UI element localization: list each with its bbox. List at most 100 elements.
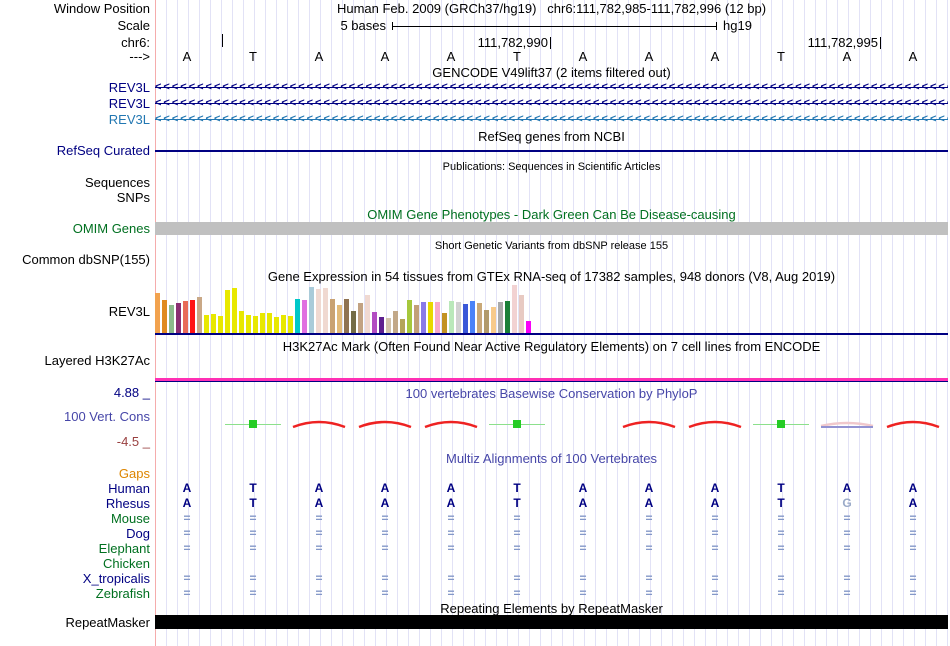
gtex-baseline[interactable] xyxy=(155,333,948,335)
h3k27ac-baseline[interactable] xyxy=(155,381,948,382)
gtex-bar[interactable] xyxy=(400,319,405,333)
gtex-bar[interactable] xyxy=(281,315,286,333)
gtex-bar[interactable] xyxy=(232,288,237,333)
phylop-pale-line[interactable] xyxy=(821,426,873,428)
gtex-bar[interactable] xyxy=(393,311,398,333)
gencode-track-title[interactable]: GENCODE V49lift37 (2 items filtered out) xyxy=(155,66,948,79)
gtex-bar[interactable] xyxy=(267,313,272,333)
gtex-track-title[interactable]: Gene Expression in 54 tissues from GTEx … xyxy=(155,270,948,283)
multiz-species-label[interactable]: X_tropicalis xyxy=(0,572,150,585)
gtex-bar[interactable] xyxy=(484,310,489,333)
gtex-bar[interactable] xyxy=(239,311,244,333)
gtex-bar[interactable] xyxy=(316,289,321,333)
gtex-bar[interactable] xyxy=(477,303,482,333)
phylop-track-title[interactable]: 100 vertebrates Basewise Conservation by… xyxy=(155,387,948,400)
gtex-bar[interactable] xyxy=(365,295,370,333)
gtex-bar[interactable] xyxy=(162,300,167,333)
dbsnp-track-title[interactable]: Short Genetic Variants from dbSNP releas… xyxy=(155,240,948,253)
dbsnp-label[interactable]: Common dbSNP(155) xyxy=(0,253,150,266)
gtex-bar[interactable] xyxy=(456,302,461,333)
gtex-bar[interactable] xyxy=(295,299,300,333)
omim-gene-bar[interactable] xyxy=(155,222,948,235)
multiz-species-label[interactable]: Chicken xyxy=(0,557,150,570)
multiz-species-label[interactable]: Dog xyxy=(0,527,150,540)
gencode-transcript[interactable]: <<<<<<<<<<<<<<<<<<<<<<<<<<<<<<<<<<<<<<<<… xyxy=(155,97,948,110)
phylop-negative-arc[interactable] xyxy=(621,416,677,429)
refseq-curated-label[interactable]: RefSeq Curated xyxy=(0,144,150,157)
gtex-bar[interactable] xyxy=(505,301,510,333)
h3k27ac-label[interactable]: Layered H3K27Ac xyxy=(0,354,150,367)
gtex-bar[interactable] xyxy=(442,313,447,333)
phylop-positive-dot[interactable] xyxy=(513,420,521,428)
gtex-bar[interactable] xyxy=(204,315,209,333)
gencode-gene-label[interactable]: REV3L xyxy=(0,97,150,110)
multiz-species-label[interactable]: Elephant xyxy=(0,542,150,555)
multiz-species-label[interactable]: Rhesus xyxy=(0,497,150,510)
gtex-bar[interactable] xyxy=(176,303,181,333)
phylop-negative-arc[interactable] xyxy=(291,416,347,429)
multiz-track-title[interactable]: Multiz Alignments of 100 Vertebrates xyxy=(155,452,948,465)
gtex-bar[interactable] xyxy=(337,305,342,333)
repeatmasker-track-title[interactable]: Repeating Elements by RepeatMasker xyxy=(155,602,948,615)
phylop-negative-arc[interactable] xyxy=(885,416,941,429)
gtex-bar[interactable] xyxy=(155,293,160,333)
gtex-bar[interactable] xyxy=(498,302,503,333)
phylop-positive-dot[interactable] xyxy=(249,420,257,428)
gtex-bar[interactable] xyxy=(421,302,426,333)
gtex-bar[interactable] xyxy=(211,314,216,333)
gtex-bar[interactable] xyxy=(449,301,454,333)
gtex-bar[interactable] xyxy=(386,318,391,333)
gtex-bar[interactable] xyxy=(407,300,412,333)
phylop-negative-arc[interactable] xyxy=(357,416,413,429)
gtex-bar[interactable] xyxy=(197,297,202,333)
gtex-bar[interactable] xyxy=(330,299,335,333)
gtex-bar[interactable] xyxy=(512,285,517,333)
multiz-species-label[interactable]: Mouse xyxy=(0,512,150,525)
gtex-bar[interactable] xyxy=(428,302,433,333)
gtex-bar[interactable] xyxy=(519,295,524,333)
gtex-bar[interactable] xyxy=(169,305,174,333)
multiz-species-label[interactable]: Gaps xyxy=(0,467,150,480)
refseq-gene-bar[interactable] xyxy=(155,150,948,152)
repeatmasker-element-bar[interactable] xyxy=(155,615,948,629)
gtex-bar[interactable] xyxy=(379,317,384,333)
multiz-species-label[interactable]: Zebrafish xyxy=(0,587,150,600)
gtex-bar[interactable] xyxy=(288,316,293,333)
gencode-gene-label[interactable]: REV3L xyxy=(0,81,150,94)
gtex-bar[interactable] xyxy=(351,311,356,333)
refseq-track-title[interactable]: RefSeq genes from NCBI xyxy=(155,130,948,143)
gtex-bar[interactable] xyxy=(302,300,307,333)
omim-genes-label[interactable]: OMIM Genes xyxy=(0,222,150,235)
gtex-gene-label[interactable]: REV3L xyxy=(0,305,150,318)
gtex-bar[interactable] xyxy=(260,313,265,333)
phylop-negative-arc[interactable] xyxy=(423,416,479,429)
gtex-bar[interactable] xyxy=(183,301,188,333)
publications-track-title[interactable]: Publications: Sequences in Scientific Ar… xyxy=(155,161,948,174)
gtex-bar[interactable] xyxy=(526,321,531,333)
gtex-bar[interactable] xyxy=(253,316,258,333)
gtex-bar[interactable] xyxy=(463,304,468,333)
gtex-bar[interactable] xyxy=(309,287,314,333)
gtex-bar[interactable] xyxy=(218,316,223,333)
gtex-bar[interactable] xyxy=(323,288,328,333)
snps-label[interactable]: SNPs xyxy=(0,191,150,204)
gtex-bar[interactable] xyxy=(491,307,496,333)
gencode-transcript[interactable]: <<<<<<<<<<<<<<<<<<<<<<<<<<<<<<<<<<<<<<<<… xyxy=(155,113,948,126)
phylop-positive-dot[interactable] xyxy=(777,420,785,428)
gencode-gene-label[interactable]: REV3L xyxy=(0,113,150,126)
gtex-bar[interactable] xyxy=(190,300,195,333)
gtex-bar[interactable] xyxy=(225,290,230,333)
gtex-bar[interactable] xyxy=(372,312,377,333)
phylop-negative-arc[interactable] xyxy=(687,416,743,429)
gtex-bar[interactable] xyxy=(274,317,279,333)
gtex-bar[interactable] xyxy=(414,305,419,333)
sequences-label[interactable]: Sequences xyxy=(0,176,150,189)
multiz-species-label[interactable]: Human xyxy=(0,482,150,495)
phylop-label[interactable]: 100 Vert. Cons xyxy=(0,410,150,423)
gtex-bar[interactable] xyxy=(358,303,363,333)
gtex-bar[interactable] xyxy=(470,301,475,333)
gtex-bar[interactable] xyxy=(435,302,440,333)
repeatmasker-label[interactable]: RepeatMasker xyxy=(0,616,150,629)
omim-track-title[interactable]: OMIM Gene Phenotypes - Dark Green Can Be… xyxy=(155,208,948,221)
h3k27ac-track-title[interactable]: H3K27Ac Mark (Often Found Near Active Re… xyxy=(155,340,948,353)
